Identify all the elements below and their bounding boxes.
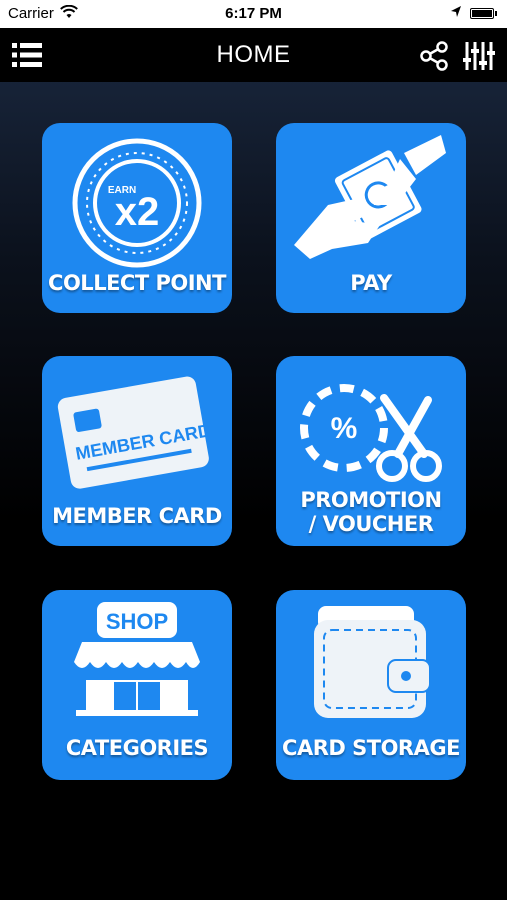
location-arrow-icon [451, 6, 461, 17]
shop-sign-text: SHOP [106, 609, 168, 634]
tile-label: CATEGORIES [65, 736, 209, 760]
member-card-tile[interactable]: MEMBER CARD MEMBER CARD [42, 356, 232, 546]
status-bar: Carrier 6:17 PM [0, 0, 507, 28]
clock: 6:17 PM [225, 5, 282, 22]
tile-label-line1: PROMOTION [300, 488, 442, 512]
badge-big-text: x2 [115, 190, 160, 234]
tile-label: CARD STORAGE [282, 736, 460, 760]
percent-text: % [331, 412, 358, 445]
tile-label: COLLECT POINT [48, 271, 226, 295]
tile-label: PAY [350, 271, 392, 295]
share-icon[interactable] [418, 40, 450, 72]
collect-point-tile[interactable]: EARN x2 COLLECT POINT [42, 123, 232, 313]
tile-label-line2: / VOUCHER [308, 512, 434, 536]
card-storage-tile[interactable]: CARD STORAGE [276, 590, 466, 780]
equalizer-icon[interactable] [462, 40, 496, 72]
pay-tile[interactable]: PAY [276, 123, 466, 313]
nav-bar: HOME [0, 28, 507, 82]
promotion-voucher-tile[interactable]: % PROMOTION / VOUCHER [276, 356, 466, 546]
battery-icon [470, 8, 497, 19]
tile-label: MEMBER CARD [52, 504, 222, 528]
categories-tile[interactable]: SHOP CATEGORIES [42, 590, 232, 780]
